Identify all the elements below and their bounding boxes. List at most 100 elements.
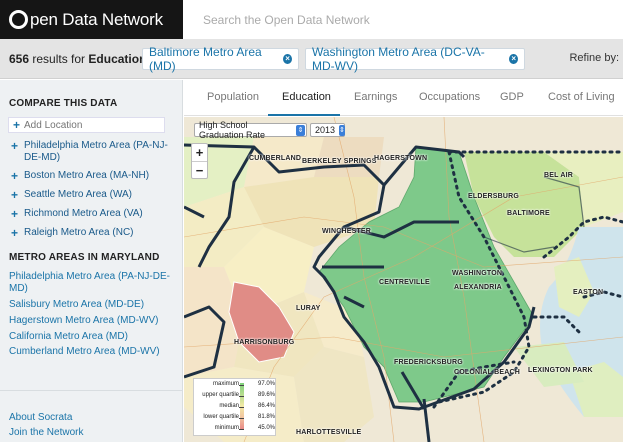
compare-item-label: Philadelphia Metro Area (PA-NJ-DE-MD) <box>24 140 168 163</box>
legend-label: maximum <box>212 381 239 387</box>
metro-link-cumberland[interactable]: Cumberland Metro Area (MD-WV) <box>9 346 179 358</box>
remove-chip-icon[interactable]: × <box>509 54 518 64</box>
compare-item-label: Seattle Metro Area (WA) <box>24 189 133 200</box>
compare-item-philadelphia[interactable]: + Philadelphia Metro Area (PA-NJ-DE-MD) <box>11 140 171 164</box>
logo-text: pen Data Network <box>30 9 163 29</box>
map-label-easton: EASTON <box>573 289 604 296</box>
map-label-harrisonburg: HARRISONBURG <box>234 339 295 346</box>
add-location-input[interactable] <box>24 119 155 131</box>
filter-chip-washington[interactable]: Washington Metro Area (DC-VA-MD-WV) × <box>305 45 525 73</box>
metro-link-hagerstown[interactable]: Hagerstown Metro Area (MD-WV) <box>9 315 179 327</box>
tab-education[interactable]: Education <box>282 91 331 103</box>
compare-item-label: Raleigh Metro Area (NC) <box>24 227 134 238</box>
compare-item-richmond[interactable]: + Richmond Metro Area (VA) <box>11 208 171 220</box>
compare-item-seattle[interactable]: + Seattle Metro Area (WA) <box>11 189 171 201</box>
plus-icon: + <box>11 169 19 183</box>
results-text: results for <box>32 52 86 66</box>
refine-by-label[interactable]: Refine by: <box>569 52 619 64</box>
map-label-luray: LURAY <box>296 305 321 312</box>
tab-occupations[interactable]: Occupations <box>419 91 480 103</box>
legend-label: lower quartile <box>203 414 239 420</box>
top-bar: pen Data Network <box>0 0 623 39</box>
legend-value: 86.4% <box>257 403 275 409</box>
plus-icon: + <box>11 226 19 240</box>
map-label-alexandria: ALEXANDRIA <box>454 284 502 291</box>
metric-select[interactable]: High School Graduation Rate ⇕ <box>194 120 307 140</box>
plus-icon: + <box>11 139 19 153</box>
map-label-washington: WASHINGTON <box>452 270 503 277</box>
tab-gdp[interactable]: GDP <box>500 91 524 103</box>
legend-value: 81.8% <box>257 414 275 420</box>
about-socrata-link[interactable]: About Socrata <box>9 412 72 423</box>
metro-link-salisbury[interactable]: Salisbury Metro Area (MD-DE) <box>9 299 179 311</box>
legend-value: 45.0% <box>257 425 275 431</box>
results-topic: Education <box>88 52 147 66</box>
filter-chip-baltimore[interactable]: Baltimore Metro Area (MD) × <box>142 45 299 73</box>
year-select-value: 2013 <box>315 125 336 135</box>
legend-row-lower-quartile: lower quartile 81.8% <box>194 414 277 423</box>
logo-ring-icon <box>9 10 28 29</box>
filter-chip-label: Washington Metro Area (DC-VA-MD-WV) <box>312 45 485 73</box>
choropleth-map[interactable]: High School Graduation Rate ⇕ 2013 ⇕ + −… <box>184 117 623 442</box>
map-label-centreville: CENTREVILLE <box>379 279 430 286</box>
sidebar-divider <box>0 390 183 391</box>
select-arrows-icon: ⇕ <box>339 124 345 136</box>
plus-icon: + <box>11 207 19 221</box>
legend-tick <box>239 407 244 408</box>
metric-select-value: High School Graduation Rate <box>199 120 266 140</box>
compare-heading: COMPARE THIS DATA <box>9 98 118 109</box>
legend-row-median: median 86.4% <box>194 403 277 412</box>
compare-item-raleigh[interactable]: + Raleigh Metro Area (NC) <box>11 227 171 239</box>
year-select[interactable]: 2013 ⇕ <box>310 123 345 137</box>
map-controls: High School Graduation Rate ⇕ 2013 ⇕ <box>194 120 345 140</box>
legend-row-upper-quartile: upper quartile 89.6% <box>194 392 277 401</box>
legend-label: median <box>219 403 239 409</box>
map-label-bel-air: BEL AIR <box>544 172 574 179</box>
metro-areas-heading: METRO AREAS IN MARYLAND <box>9 252 160 263</box>
topic-tabs: Population Education Earnings Occupation… <box>184 80 623 116</box>
join-network-link[interactable]: Join the Network <box>9 427 83 438</box>
zoom-control: + − <box>191 143 208 179</box>
legend-tick <box>239 418 244 419</box>
metro-link-philadelphia[interactable]: Philadelphia Metro Area (PA-NJ-DE-MD) <box>9 271 179 295</box>
map-label-eldersburg: ELDERSBURG <box>468 193 520 200</box>
zoom-in-button[interactable]: + <box>192 144 207 161</box>
map-label-berkeley-springs: BERKELEY SPRINGS <box>302 158 377 165</box>
tab-cost-of-living[interactable]: Cost of Living <box>548 91 615 103</box>
map-label-hagerstown: HAGERSTOWN <box>374 155 428 162</box>
map-label-colonial-beach: COLONIAL BEACH <box>454 369 521 376</box>
map-label-winchester: WINCHESTER <box>322 228 372 235</box>
zoom-out-button[interactable]: − <box>192 161 207 178</box>
logo[interactable]: pen Data Network <box>0 0 183 39</box>
legend-tick <box>239 429 244 430</box>
legend-label: minimum <box>214 425 239 431</box>
select-arrows-icon: ⇕ <box>296 124 305 136</box>
results-summary: 656 results for Education <box>9 52 146 66</box>
tab-earnings[interactable]: Earnings <box>354 91 397 103</box>
filter-bar: 656 results for Education Baltimore Metr… <box>0 39 623 79</box>
map-label-cumberland: CUMBERLAND <box>249 155 302 162</box>
active-tab-indicator <box>268 114 340 116</box>
legend-row-maximum: maximum 97.0% <box>194 381 277 390</box>
map-legend: maximum 97.0% upper quartile 89.6% media… <box>193 378 276 436</box>
plus-icon: + <box>13 118 21 132</box>
remove-chip-icon[interactable]: × <box>283 54 292 64</box>
legend-row-minimum: minimum 45.0% <box>194 425 277 434</box>
map-label-charlottesville: HARLOTTESVILLE <box>296 429 362 436</box>
compare-item-label: Boston Metro Area (MA-NH) <box>24 170 150 181</box>
map-label-baltimore: BALTIMORE <box>507 210 550 217</box>
sidebar: COMPARE THIS DATA + + Philadelphia Metro… <box>0 80 183 442</box>
metro-link-california[interactable]: California Metro Area (MD) <box>9 331 179 343</box>
legend-label: upper quartile <box>202 392 239 398</box>
filter-chip-label: Baltimore Metro Area (MD) <box>149 45 262 73</box>
plus-icon: + <box>11 188 19 202</box>
legend-tick <box>239 396 244 397</box>
compare-item-label: Richmond Metro Area (VA) <box>24 208 143 219</box>
add-location-field[interactable]: + <box>8 117 165 133</box>
legend-tick <box>239 385 244 386</box>
search-input[interactable] <box>183 0 623 39</box>
results-count: 656 <box>9 52 30 66</box>
tab-population[interactable]: Population <box>207 91 259 103</box>
map-label-fredericksburg: FREDERICKSBURG <box>394 359 463 366</box>
compare-item-boston[interactable]: + Boston Metro Area (MA-NH) <box>11 170 171 182</box>
